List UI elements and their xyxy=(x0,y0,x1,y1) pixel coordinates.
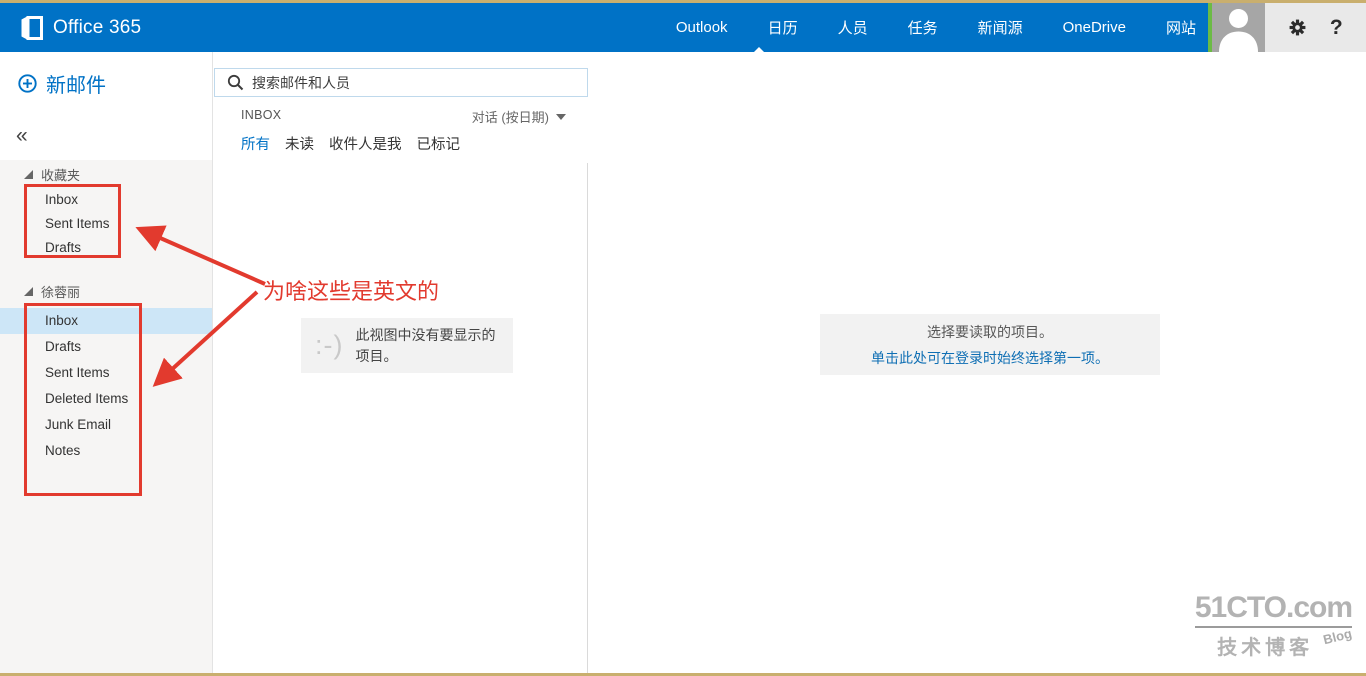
folder-drafts[interactable]: Drafts xyxy=(0,334,212,360)
empty-list-card: :-) 此视图中没有要显示的项目。 xyxy=(301,318,513,373)
plus-circle-icon xyxy=(18,74,37,93)
chevron-down-icon xyxy=(556,113,566,120)
reading-pane-prompt: 选择要读取的项目。 xyxy=(927,323,1053,340)
nav-people[interactable]: 人员 xyxy=(836,3,870,52)
search-icon xyxy=(227,74,244,91)
message-list-body: :-) 此视图中没有要显示的项目。 xyxy=(214,163,588,676)
filter-unread[interactable]: 未读 xyxy=(285,133,314,154)
o365-suite-bar: Office 365 Outlook 日历 人员 任务 新闻源 OneDrive… xyxy=(0,3,1366,55)
smiley-icon: :-) xyxy=(315,330,344,360)
nav-onedrive[interactable]: OneDrive xyxy=(1061,5,1128,50)
help-icon[interactable]: ? xyxy=(1330,16,1343,40)
folder-sent-items-fav[interactable]: Sent Items xyxy=(0,212,212,236)
folder-junk-email[interactable]: Junk Email xyxy=(0,412,212,438)
filter-flagged[interactable]: 已标记 xyxy=(417,133,461,154)
corner-tools: ? xyxy=(1265,3,1366,52)
filter-to-me[interactable]: 收件人是我 xyxy=(329,133,402,154)
office365-logo[interactable]: Office 365 xyxy=(20,3,141,52)
sort-dropdown[interactable]: 对话 (按日期) xyxy=(472,107,566,126)
nav-sites[interactable]: 网站 xyxy=(1164,3,1198,52)
outlook-web-app: Office 365 Outlook 日历 人员 任务 新闻源 OneDrive… xyxy=(0,0,1366,676)
nav-outlook[interactable]: Outlook xyxy=(674,5,730,50)
search-box[interactable] xyxy=(214,68,588,97)
folder-sidebar: 新邮件 « 收藏夹 Inbox Sent Items Drafts 徐蓉丽 In… xyxy=(0,52,213,676)
gear-icon[interactable] xyxy=(1288,18,1307,37)
new-mail-label: 新邮件 xyxy=(46,75,106,97)
message-list-column: INBOX 对话 (按日期) 所有 未读 收件人是我 已标记 :-) 此视图中没… xyxy=(214,52,588,676)
search-input[interactable] xyxy=(252,74,587,91)
collapse-pane-button[interactable]: « xyxy=(16,124,28,148)
folder-deleted-items[interactable]: Deleted Items xyxy=(0,386,212,412)
tree-expanded-icon xyxy=(24,286,33,296)
empty-list-text: 此视图中没有要显示的项目。 xyxy=(355,327,496,364)
watermark-badge: Blog xyxy=(1321,625,1354,648)
favorites-items: Inbox Sent Items Drafts xyxy=(0,188,212,260)
office-logo-icon xyxy=(20,14,44,42)
folder-drafts-fav[interactable]: Drafts xyxy=(0,236,212,260)
reading-pane: 选择要读取的项目。 单击此处可在登录时始终选择第一项。 xyxy=(589,52,1366,676)
nav-calendar[interactable]: 日历 xyxy=(766,3,800,52)
watermark-title: 51CTO.com xyxy=(1194,591,1353,628)
avatar[interactable] xyxy=(1212,3,1265,52)
folder-notes[interactable]: Notes xyxy=(0,438,212,464)
filter-tabs: 所有 未读 收件人是我 已标记 xyxy=(241,133,460,154)
person-icon xyxy=(1219,9,1258,52)
reading-pane-card: 选择要读取的项目。 单击此处可在登录时始终选择第一项。 xyxy=(820,314,1160,375)
favorites-title: 收藏夹 xyxy=(41,167,81,183)
brand-text: Office 365 xyxy=(53,16,142,38)
tree-expanded-icon xyxy=(24,169,33,179)
mailbox-section-header[interactable]: 徐蓉丽 xyxy=(0,280,212,302)
folder-inbox-fav[interactable]: Inbox xyxy=(0,188,212,212)
suite-nav: Outlook 日历 人员 任务 新闻源 OneDrive 网站 xyxy=(674,3,1198,52)
folder-sent-items[interactable]: Sent Items xyxy=(0,360,212,386)
nav-newsfeed[interactable]: 新闻源 xyxy=(976,3,1025,52)
mailbox-title: 徐蓉丽 xyxy=(41,284,81,300)
nav-tasks[interactable]: 任务 xyxy=(906,3,940,52)
folder-inbox[interactable]: Inbox xyxy=(0,308,212,334)
favorites-section-header[interactable]: 收藏夹 xyxy=(0,163,212,185)
sort-label: 对话 (按日期) xyxy=(471,110,549,125)
watermark: 51CTO.com 技术博客 Blog xyxy=(1194,591,1354,660)
filter-all[interactable]: 所有 xyxy=(241,133,270,154)
new-mail-button[interactable]: 新邮件 xyxy=(18,69,106,98)
folder-tree: 收藏夹 Inbox Sent Items Drafts 徐蓉丽 Inbox Dr… xyxy=(0,160,212,676)
watermark-subtitle: 技术博客 xyxy=(1217,637,1314,659)
always-select-first-link[interactable]: 单击此处可在登录时始终选择第一项。 xyxy=(871,348,1109,368)
current-folder-label: INBOX xyxy=(241,108,282,122)
mailbox-items: Inbox Drafts Sent Items Deleted Items Ju… xyxy=(0,308,212,464)
list-header: INBOX 对话 (按日期) xyxy=(214,105,588,129)
